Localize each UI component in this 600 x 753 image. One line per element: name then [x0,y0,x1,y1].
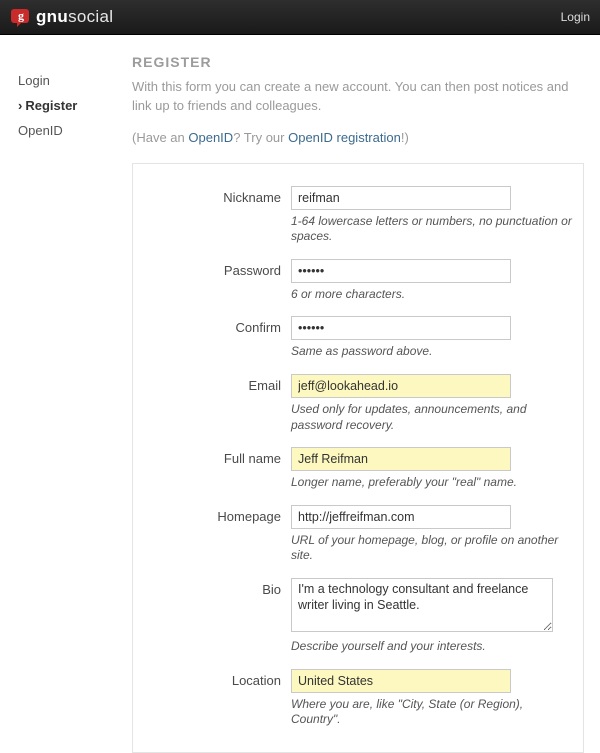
field-confirm: Confirm Same as password above. [143,316,573,360]
sidebar: Login Register OpenID [0,50,118,143]
homepage-ctrl: URL of your homepage, blog, or profile o… [291,505,573,564]
bio-ctrl: I'm a technology consultant and freelanc… [291,578,573,655]
email-hint: Used only for updates, announcements, an… [291,402,573,433]
sidebar-item-register[interactable]: Register [18,93,118,118]
bio-input[interactable]: I'm a technology consultant and freelanc… [291,578,553,632]
location-ctrl: Where you are, like "City, State (or Reg… [291,669,573,728]
email-input[interactable] [291,374,511,398]
nickname-input[interactable] [291,186,511,210]
location-input[interactable] [291,669,511,693]
field-nickname: Nickname 1-64 lowercase letters or numbe… [143,186,573,245]
fullname-hint: Longer name, preferably your "real" name… [291,475,573,491]
confirm-input[interactable] [291,316,511,340]
openid-hint: (Have an OpenID? Try our OpenID registra… [132,130,584,145]
main: REGISTER With this form you can create a… [118,50,600,753]
field-fullname: Full name Longer name, preferably your "… [143,447,573,491]
confirm-ctrl: Same as password above. [291,316,573,360]
bio-label: Bio [143,578,291,597]
email-ctrl: Used only for updates, announcements, an… [291,374,573,433]
password-ctrl: 6 or more characters. [291,259,573,303]
openid-mid: ? Try our [233,130,288,145]
openid-registration-link[interactable]: OpenID registration [288,130,401,145]
top-login-link[interactable]: Login [561,10,590,24]
fullname-ctrl: Longer name, preferably your "real" name… [291,447,573,491]
brand-name-light: social [68,7,113,26]
openid-link[interactable]: OpenID [188,130,233,145]
brand-logo-icon: g [10,6,32,28]
field-bio: Bio I'm a technology consultant and free… [143,578,573,655]
sidebar-item-openid[interactable]: OpenID [18,118,118,143]
fullname-input[interactable] [291,447,511,471]
field-homepage: Homepage URL of your homepage, blog, or … [143,505,573,564]
intro-text: With this form you can create a new acco… [132,78,584,116]
location-hint: Where you are, like "City, State (or Reg… [291,697,573,728]
email-label: Email [143,374,291,393]
password-label: Password [143,259,291,278]
location-label: Location [143,669,291,688]
password-hint: 6 or more characters. [291,287,573,303]
fullname-label: Full name [143,447,291,466]
svg-text:g: g [18,9,24,23]
nickname-ctrl: 1-64 lowercase letters or numbers, no pu… [291,186,573,245]
homepage-label: Homepage [143,505,291,524]
openid-pre: (Have an [132,130,188,145]
password-input[interactable] [291,259,511,283]
top-bar: g gnusocial Login [0,0,600,35]
brand[interactable]: g gnusocial [10,6,113,28]
nickname-label: Nickname [143,186,291,205]
confirm-label: Confirm [143,316,291,335]
field-email: Email Used only for updates, announcemen… [143,374,573,433]
brand-name-bold: gnu [36,7,68,26]
sidebar-item-login[interactable]: Login [18,68,118,93]
page: Login Register OpenID REGISTER With this… [0,35,600,753]
bio-hint: Describe yourself and your interests. [291,639,573,655]
homepage-input[interactable] [291,505,511,529]
openid-post: !) [401,130,409,145]
confirm-hint: Same as password above. [291,344,573,360]
field-password: Password 6 or more characters. [143,259,573,303]
brand-name: gnusocial [36,7,113,27]
nickname-hint: 1-64 lowercase letters or numbers, no pu… [291,214,573,245]
field-location: Location Where you are, like "City, Stat… [143,669,573,728]
page-title: REGISTER [132,54,584,70]
register-form: Nickname 1-64 lowercase letters or numbe… [132,163,584,753]
homepage-hint: URL of your homepage, blog, or profile o… [291,533,573,564]
